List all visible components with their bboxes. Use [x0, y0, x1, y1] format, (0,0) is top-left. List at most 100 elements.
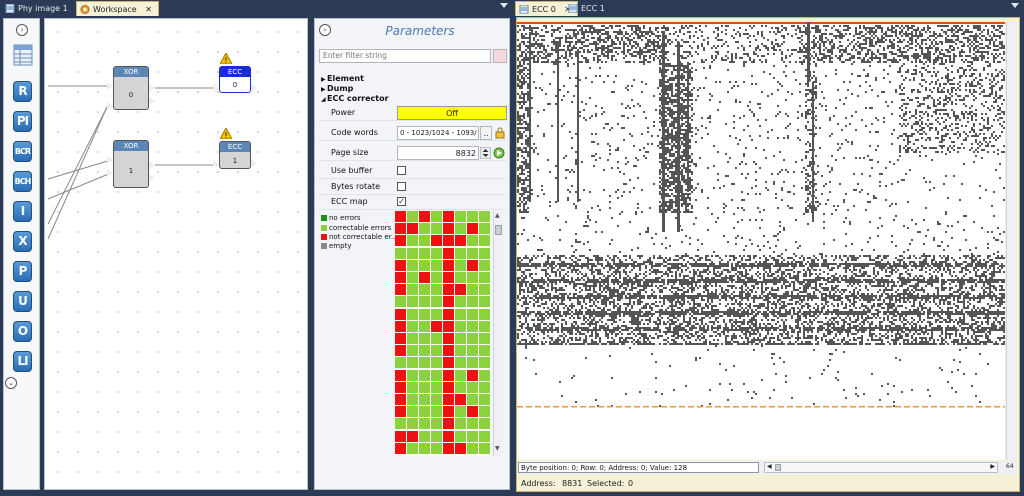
ecc-map-cell[interactable]	[395, 333, 406, 344]
ecc-map-cell[interactable]	[431, 345, 442, 357]
ecc-node-0[interactable]: ECC 0	[219, 66, 251, 93]
group-element[interactable]: ▶Element	[321, 74, 364, 83]
output-port[interactable]	[149, 174, 155, 182]
ecc-map-cell[interactable]	[443, 418, 454, 430]
ecc-map-cell[interactable]	[407, 381, 418, 393]
ecc-map-cell[interactable]	[419, 284, 430, 296]
ecc-map-cell[interactable]	[479, 345, 490, 357]
ecc-map-cell[interactable]	[467, 223, 478, 235]
ecc-map-cell[interactable]	[407, 320, 418, 332]
ecc-map-cell[interactable]	[467, 235, 478, 247]
ecc-map-cell[interactable]	[455, 272, 466, 283]
ecc-map-cell[interactable]	[455, 211, 466, 222]
ecc-map-cell[interactable]	[455, 369, 466, 381]
output-port[interactable]	[251, 84, 257, 92]
tool-i-button[interactable]: I	[13, 201, 32, 222]
scroll-thumb[interactable]	[495, 225, 502, 235]
ecc-map-cell[interactable]	[395, 442, 406, 454]
output-port[interactable]	[149, 84, 155, 92]
ecc-map-cell[interactable]	[419, 308, 430, 320]
tool-x-button[interactable]: X	[13, 231, 32, 252]
ecc-map-cell[interactable]	[431, 430, 442, 442]
ecc-map-cell[interactable]	[455, 247, 466, 259]
ecc-map-cell[interactable]	[407, 223, 418, 235]
code-words-field[interactable]: 0 - 1023/1024 - 1093/	[397, 126, 479, 140]
workspace-canvas[interactable]: XOR 0 ECC 0 ! XOR 1 ECC 1 !	[44, 18, 308, 490]
ecc-map-cell[interactable]	[419, 418, 430, 430]
bytes-rotate-checkbox[interactable]	[397, 182, 406, 191]
ecc-map-cell[interactable]	[443, 442, 454, 454]
ecc-map-cell[interactable]	[467, 394, 478, 405]
ecc-map-cell[interactable]	[479, 284, 490, 296]
ecc-map-cell[interactable]	[431, 418, 442, 430]
ecc-map-cell[interactable]	[431, 442, 442, 454]
ecc-map-cell[interactable]	[443, 296, 454, 308]
ecc-map-cell[interactable]	[479, 296, 490, 308]
ecc-map-cell[interactable]	[467, 320, 478, 332]
ecc-map-cell[interactable]	[443, 259, 454, 271]
ecc-map-cell[interactable]	[467, 259, 478, 271]
ecc-map-cell[interactable]	[395, 211, 406, 222]
input-port[interactable]	[213, 159, 219, 167]
power-toggle[interactable]: Off	[397, 106, 507, 120]
scroll-down-icon[interactable]: ▼	[495, 445, 500, 452]
ecc-view-vertical-scrollbar[interactable]	[1006, 22, 1019, 460]
ecc-map-cell[interactable]	[419, 345, 430, 357]
input-port[interactable]	[107, 156, 113, 164]
ecc-map-cell[interactable]	[479, 357, 490, 369]
ecc-map-cell[interactable]	[479, 235, 490, 247]
ecc-map-cell[interactable]	[467, 381, 478, 393]
ecc-map-cell[interactable]	[479, 394, 490, 405]
tool-o-button[interactable]: O	[13, 321, 32, 342]
ecc-map-cell[interactable]	[407, 345, 418, 357]
ecc-map-cell[interactable]	[467, 430, 478, 442]
filter-input[interactable]: Enter filter string	[319, 49, 491, 63]
ecc-map-cell[interactable]	[455, 320, 466, 332]
ecc-map-cell[interactable]	[395, 406, 406, 418]
ecc-map-cell[interactable]	[455, 333, 466, 344]
ecc-map-cell[interactable]	[467, 418, 478, 430]
ecc-map-cell[interactable]	[443, 272, 454, 283]
ecc-map-cell[interactable]	[419, 320, 430, 332]
clear-filter-icon[interactable]	[493, 49, 507, 63]
ecc-map-cell[interactable]	[479, 381, 490, 393]
ecc-map-cell[interactable]	[431, 381, 442, 393]
page-size-field[interactable]: 8832	[397, 146, 479, 160]
ecc-map-cell[interactable]	[455, 308, 466, 320]
ecc-map-cell[interactable]	[431, 333, 442, 344]
scroll-down-button[interactable]: ⌄	[5, 377, 17, 389]
ecc-map-cell[interactable]	[443, 308, 454, 320]
ecc-map-cell[interactable]	[443, 211, 454, 222]
ecc-map-cell[interactable]	[419, 381, 430, 393]
ecc-map-cell[interactable]	[455, 442, 466, 454]
tool-bch-button[interactable]: BCH	[13, 171, 32, 192]
scroll-left-icon[interactable]: ◀	[767, 463, 772, 470]
ecc-map-cell[interactable]	[407, 284, 418, 296]
ecc-map-cell[interactable]	[431, 272, 442, 283]
ecc-map-cell[interactable]	[407, 235, 418, 247]
ecc-map-cell[interactable]	[395, 259, 406, 271]
tab-phy-image-1[interactable]: Phy image 1	[2, 1, 74, 16]
ecc-map-cell[interactable]	[419, 259, 430, 271]
ecc-map-cell[interactable]	[443, 333, 454, 344]
lock-icon[interactable]	[494, 127, 506, 139]
group-ecc-corrector[interactable]: ◢ECC corrector	[321, 94, 389, 103]
ecc-map-cell[interactable]	[431, 284, 442, 296]
ecc-map-cell[interactable]	[467, 345, 478, 357]
use-buffer-checkbox[interactable]	[397, 166, 406, 175]
ecc-map-cell[interactable]	[407, 272, 418, 283]
ecc-map-cell[interactable]	[395, 296, 406, 308]
ecc-map-cell[interactable]	[443, 394, 454, 405]
input-port[interactable]	[107, 102, 113, 110]
ecc-map-cell[interactable]	[467, 247, 478, 259]
ecc-map-cell[interactable]	[431, 357, 442, 369]
ecc-map-cell[interactable]	[431, 394, 442, 405]
ecc-map-cell[interactable]	[431, 369, 442, 381]
ecc-map-cell[interactable]	[479, 333, 490, 344]
ecc-map-cell[interactable]	[455, 394, 466, 405]
ecc-map-cell[interactable]	[443, 381, 454, 393]
code-words-browse-button[interactable]: ..	[480, 126, 492, 140]
ecc-map-cell[interactable]	[443, 345, 454, 357]
ecc-map-cell[interactable]	[455, 430, 466, 442]
ecc-map-cell[interactable]	[395, 369, 406, 381]
